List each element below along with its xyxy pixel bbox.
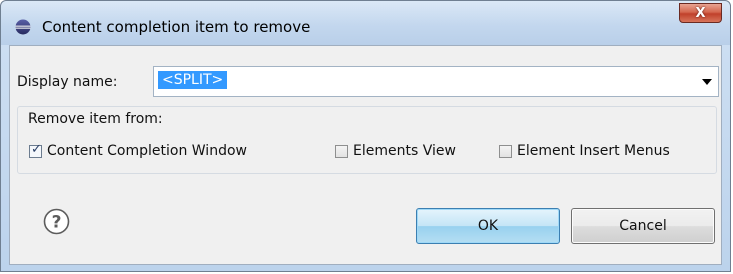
checkmark-icon: ✓ <box>31 141 42 157</box>
close-icon: X <box>695 5 706 21</box>
cancel-button[interactable]: Cancel <box>571 208 715 244</box>
dialog-body: Display name: <SPLIT> Remove item from: … <box>9 45 722 265</box>
svg-text:?: ? <box>52 213 62 233</box>
elements-view-checkbox[interactable] <box>335 144 348 158</box>
cancel-button-label: Cancel <box>619 218 667 234</box>
checkbox-elements-view[interactable]: Elements View <box>335 143 456 159</box>
title-bar[interactable]: Content completion item to remove X <box>1 1 730 45</box>
display-name-label: Display name: <box>17 74 118 90</box>
ok-button-label: OK <box>477 218 499 234</box>
close-button[interactable]: X <box>679 3 722 23</box>
content-completion-window-label[interactable]: Content Completion Window <box>47 143 247 159</box>
display-name-value[interactable]: <SPLIT> <box>158 71 228 89</box>
checkbox-element-insert-menus[interactable]: Element Insert Menus <box>499 143 670 159</box>
dialog-title: Content completion item to remove <box>42 18 311 36</box>
chevron-down-icon[interactable] <box>702 79 712 85</box>
checkbox-content-completion-window[interactable]: ✓ Content Completion Window <box>29 143 247 159</box>
help-icon[interactable]: ? <box>43 208 70 235</box>
element-insert-menus-label[interactable]: Element Insert Menus <box>517 143 670 159</box>
dialog-window: Content completion item to remove X Disp… <box>0 0 731 272</box>
eclipse-icon <box>15 19 31 35</box>
ok-button[interactable]: OK <box>416 208 560 244</box>
content-completion-window-checkbox[interactable]: ✓ <box>29 141 42 158</box>
remove-item-group-label: Remove item from: <box>28 111 163 127</box>
element-insert-menus-checkbox[interactable] <box>499 144 512 158</box>
display-name-combo[interactable]: <SPLIT> <box>153 66 719 97</box>
elements-view-label[interactable]: Elements View <box>353 143 456 159</box>
